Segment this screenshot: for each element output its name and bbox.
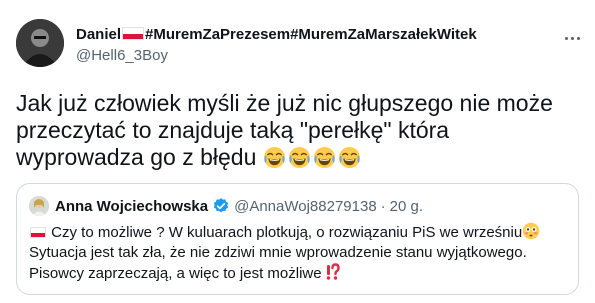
face-with-tears-of-joy-icon (263, 146, 285, 169)
quoted-tweet-card[interactable]: Anna Wojciechowska @AnnaWoj88279138 · 20… (16, 183, 579, 295)
quoted-line-2: Sytuacja jest tak zła, że nie zdziwi mni… (29, 244, 527, 261)
more-dot-icon (564, 36, 568, 40)
face-with-tears-of-joy-icon (313, 146, 335, 169)
quoted-tweet-header: Anna Wojciechowska @AnnaWoj88279138 · 20… (29, 196, 423, 216)
header-separator: · (380, 197, 386, 215)
flushed-face-icon (522, 222, 540, 240)
author-hashtags: #MuremZaPrezesem#MuremZaMarszałekWitek (145, 26, 477, 43)
quoted-author-name[interactable]: Anna Wojciechowska (55, 198, 208, 215)
author-name[interactable]: Daniel #MuremZaPrezesem#MuremZaMarszałekW… (76, 26, 477, 44)
quoted-line-1: Czy to możliwe ? W kuluarach plotkują, o… (29, 222, 569, 243)
quoted-author-avatar[interactable] (29, 196, 49, 216)
more-dot-icon (570, 36, 574, 40)
quoted-tweet-text: Czy to możliwe ? W kuluarach plotkują, o… (29, 222, 569, 284)
quoted-timestamp[interactable]: 20 g. (390, 198, 423, 215)
poland-flag-icon (30, 227, 46, 238)
quoted-line-3: Pisowcy zaprzeczają, a więc to jest możl… (29, 263, 569, 284)
quoted-avatar-image (29, 196, 49, 216)
tweet-text: Jak już człowiek myśli że już nic głupsz… (16, 90, 576, 171)
avatar-image (16, 19, 64, 67)
quoted-line-3-text: Pisowcy zaprzeczają, a więc to jest możl… (29, 265, 326, 282)
poland-flag-icon (122, 27, 145, 40)
author-avatar[interactable] (16, 19, 64, 67)
emoji-row (263, 146, 361, 169)
face-with-tears-of-joy-icon (338, 146, 360, 169)
more-options-button[interactable] (560, 28, 584, 48)
quoted-line-1-text: Czy to możliwe ? W kuluarach plotkują, o… (47, 224, 523, 241)
more-dot-icon (576, 36, 580, 40)
author-name-first: Daniel (76, 26, 122, 43)
face-with-tears-of-joy-icon (288, 146, 310, 169)
verified-badge-icon (213, 198, 229, 213)
exclamation-question-icon (326, 263, 340, 280)
quoted-author-handle[interactable]: @AnnaWoj88279138 (234, 198, 377, 215)
author-handle[interactable]: @Hell6_3Boy (76, 47, 168, 65)
